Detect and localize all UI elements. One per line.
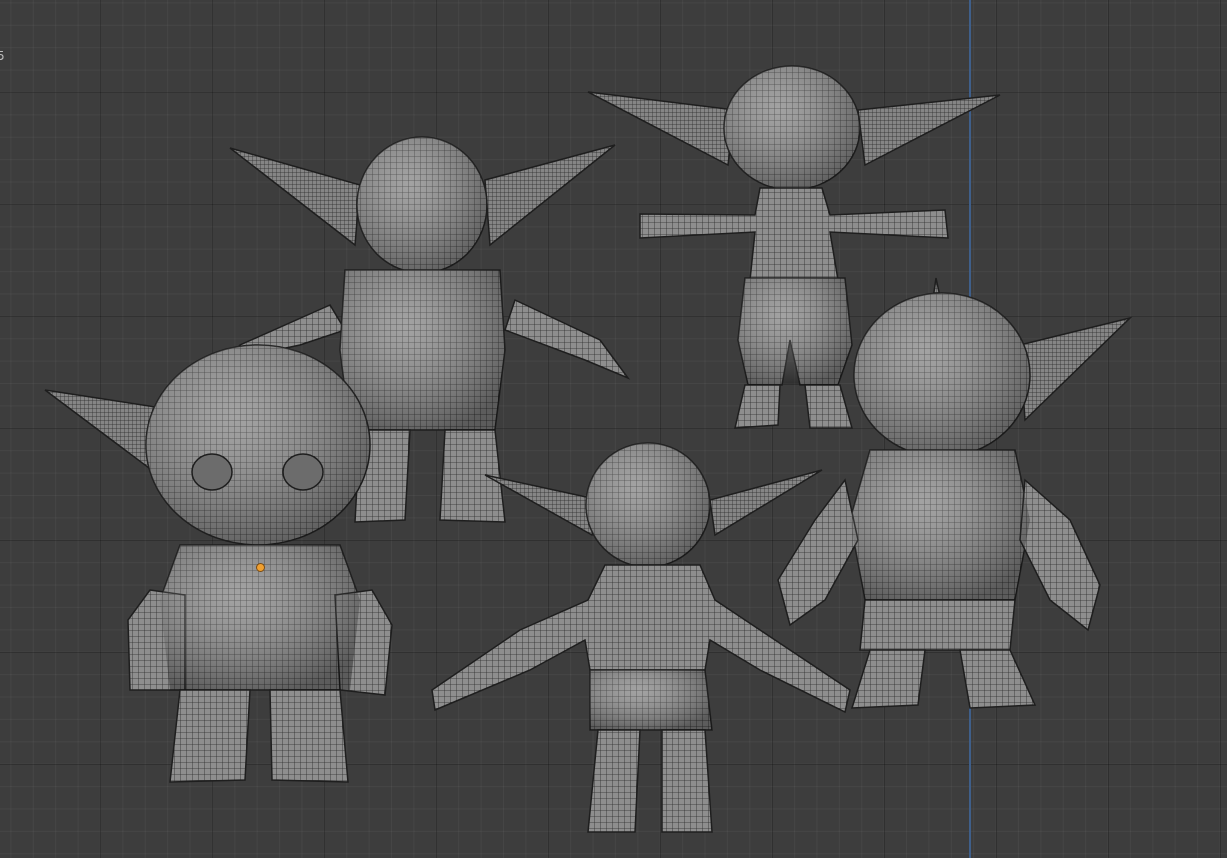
goblin-front-left[interactable] [44,344,393,783]
scene-models[interactable] [0,0,1227,858]
object-origin-icon [256,563,265,572]
3d-viewport[interactable]: 5 [0,0,1227,858]
